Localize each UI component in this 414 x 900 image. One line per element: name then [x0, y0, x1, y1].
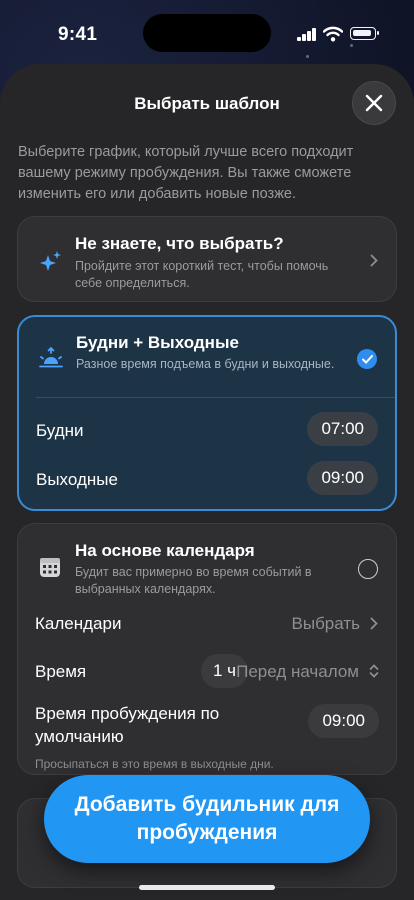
sparkles-icon: [40, 251, 61, 271]
chevron-up-down-icon: [369, 664, 379, 678]
weekdays-time-button[interactable]: 07:00: [307, 412, 378, 446]
close-icon: [365, 94, 383, 112]
default-time-label: Время пробуждения по умолчанию: [35, 704, 220, 746]
selected-checkmark[interactable]: [357, 349, 377, 369]
home-indicator: [139, 885, 275, 890]
status-time: 9:41: [58, 24, 98, 45]
time-label: Время: [35, 662, 87, 681]
calendar-template-subtitle: Будит вас примерно во время событий в вы…: [75, 565, 312, 596]
chevron-right-icon: [370, 617, 378, 630]
battery-icon: [350, 27, 379, 40]
status-bar: 9:41: [0, 0, 414, 60]
calendar-template-card[interactable]: На основе календаря Будит вас примерно в…: [17, 523, 397, 775]
weekdays-template-title: Будни + Выходные: [76, 333, 239, 352]
add-wake-up-alarm-button[interactable]: Добавить будильник для пробуждения: [44, 775, 370, 863]
sunrise-icon: [39, 346, 63, 368]
calendar-icon: [40, 558, 60, 577]
calendar-template-radio[interactable]: [358, 559, 378, 579]
quiz-title: Не знаете, что выбрать?: [75, 234, 284, 253]
close-button[interactable]: [352, 81, 396, 125]
dynamic-island: [143, 14, 271, 52]
calendars-select[interactable]: Выбрать: [292, 614, 360, 634]
quiz-card[interactable]: Не знаете, что выбрать? Пройдите этот ко…: [17, 216, 397, 302]
time-mode-select[interactable]: Перед началом: [236, 662, 359, 682]
intro-text: Выберите график, который лучше всего под…: [18, 144, 354, 202]
checkmark-icon: [361, 354, 373, 364]
weekdays-template-card[interactable]: Будни + Выходные Разное время подъема в …: [17, 315, 397, 511]
calendars-label: Календари: [35, 614, 122, 633]
weekdays-label: Будни: [36, 421, 84, 440]
wifi-icon: [323, 26, 343, 42]
quiz-subtitle: Пройдите этот короткий тест, чтобы помоч…: [75, 259, 329, 290]
calendar-template-title: На основе календаря: [75, 541, 255, 560]
default-time-button[interactable]: 09:00: [308, 704, 379, 738]
cellular-signal-icon: [297, 28, 317, 41]
weekends-label: Выходные: [36, 470, 118, 489]
chevron-right-icon: [370, 254, 378, 267]
default-time-note: Просыпаться в это время в выходные дни.: [35, 757, 274, 771]
weekdays-template-subtitle: Разное время подъема в будни и выходные.: [76, 357, 335, 371]
divider: [36, 397, 395, 398]
weekends-time-button[interactable]: 09:00: [307, 461, 378, 495]
